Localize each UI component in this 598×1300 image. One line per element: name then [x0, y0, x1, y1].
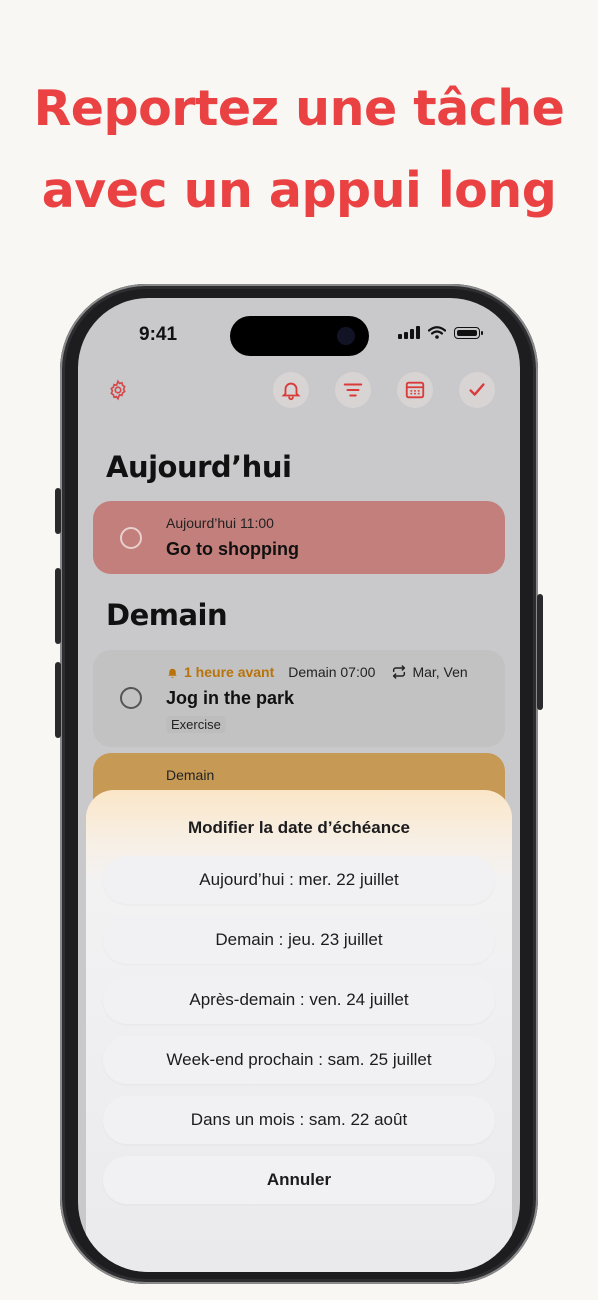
task-meta-row: 1 heure avant Demain 07:00 Mar, Ven [166, 664, 468, 680]
headline: Reportez une tâche avec un appui long [0, 68, 598, 232]
checkmark-icon [469, 383, 485, 396]
bell-icon [168, 668, 177, 678]
task-card-jog[interactable]: 1 heure avant Demain 07:00 Mar, Ven Jog … [93, 650, 505, 747]
dynamic-island [230, 316, 369, 356]
status-icons [398, 326, 483, 339]
volume-up-button [55, 568, 61, 644]
gear-icon [110, 379, 126, 401]
complete-toggle[interactable] [120, 527, 142, 549]
task-title: Jog in the park [166, 688, 295, 708]
sheet-title: Modifier la date d’échéance [187, 818, 410, 837]
volume-down-button [55, 662, 61, 738]
calendar-button[interactable] [397, 372, 433, 408]
camera-icon [337, 327, 355, 345]
filter-icon [343, 383, 363, 397]
option-next-weekend[interactable]: Week-end prochain : sam. 25 juillet [103, 1036, 495, 1084]
task-due: Aujourd’hui 11:00 [166, 515, 274, 531]
signal-icon [398, 326, 420, 339]
reminders-button[interactable] [273, 372, 309, 408]
option-today[interactable]: Aujourd’hui : mer. 22 juillet [103, 856, 495, 904]
task-card-shopping[interactable]: Aujourd’hui 11:00 Go to shopping [93, 501, 505, 574]
status-time: 9:41 [139, 324, 178, 345]
task-tag: Exercise [166, 716, 226, 733]
task-repeat: Mar, Ven [412, 664, 468, 680]
completed-button[interactable] [459, 372, 495, 408]
repeat-icon [393, 665, 406, 679]
headline-line-1: Reportez une tâche [33, 80, 565, 137]
section-title-tomorrow: Demain [106, 598, 228, 632]
task-title: Go to shopping [166, 539, 299, 559]
app-screen: 9:41 Aujourd’hui Aujourd’hui 11:00 Go to… [78, 298, 520, 1272]
sort-button[interactable] [335, 372, 371, 408]
wifi-icon [428, 326, 446, 339]
option-tomorrow[interactable]: Demain : jeu. 23 juillet [103, 916, 495, 964]
bell-icon [281, 382, 301, 401]
task-due: Demain [166, 767, 215, 783]
option-day-after-tomorrow[interactable]: Après-demain : ven. 24 juillet [103, 976, 495, 1024]
task-reminder: 1 heure avant [184, 664, 275, 680]
option-in-one-month[interactable]: Dans un mois : sam. 22 août [103, 1096, 495, 1144]
headline-line-2: avec un appui long [41, 162, 557, 219]
cancel-button[interactable]: Annuler [103, 1156, 495, 1204]
settings-button[interactable] [100, 372, 136, 408]
due-date-sheet: Modifier la date d’échéance Aujourd’hui … [86, 790, 512, 1272]
task-due: Demain 07:00 [288, 664, 376, 680]
section-title-today: Aujourd’hui [106, 450, 292, 484]
complete-toggle[interactable] [120, 687, 142, 709]
battery-icon [454, 326, 483, 339]
power-button [537, 594, 543, 710]
action-button [55, 488, 61, 534]
calendar-icon [405, 381, 425, 399]
